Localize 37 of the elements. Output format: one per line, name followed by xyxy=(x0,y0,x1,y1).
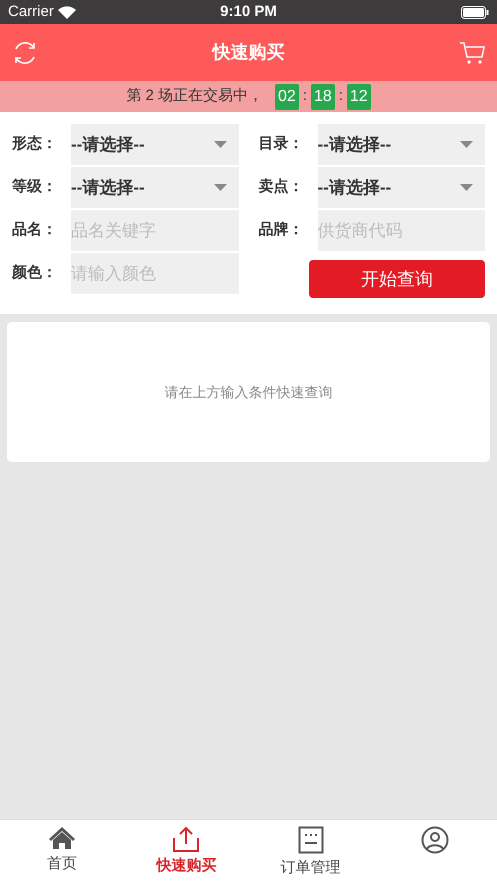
countdown-digit: 02 xyxy=(274,84,299,110)
upload-icon xyxy=(172,826,200,852)
empty-message: 请在上方输入条件快速查询 xyxy=(164,382,332,402)
dropdown-caret-icon xyxy=(460,184,473,191)
cart-icon[interactable] xyxy=(459,40,485,64)
field-label: 卖点： xyxy=(258,177,304,198)
tab-bar-item[interactable]: 快速购买 xyxy=(124,820,248,883)
tab-bar-item[interactable]: 首页 xyxy=(0,820,124,883)
clock-text: 9:10 PM xyxy=(220,2,277,22)
field-label: 品牌： xyxy=(258,220,304,240)
search-button[interactable]: 开始查询 xyxy=(308,260,485,298)
time-separator: : xyxy=(338,86,343,106)
select-field[interactable]: --请选择-- xyxy=(71,167,238,208)
dropdown-caret-icon xyxy=(214,184,226,191)
page-title: 快速购买 xyxy=(212,41,284,64)
select-field[interactable]: --请选择-- xyxy=(318,124,485,165)
countdown-digit: 12 xyxy=(346,84,371,110)
field-label: 等级： xyxy=(11,177,58,198)
document-icon xyxy=(298,826,324,854)
select-field[interactable]: --请选择-- xyxy=(71,124,238,165)
dropdown-caret-icon xyxy=(214,141,226,148)
field-label: 品名： xyxy=(11,220,58,240)
time-separator: : xyxy=(302,86,307,106)
select-field[interactable]: --请选择-- xyxy=(318,167,485,208)
session-text: 第 2 场正在交易中， xyxy=(126,86,263,106)
tab-bar-item[interactable]: 订单管理 xyxy=(248,820,373,883)
countdown-digit: 18 xyxy=(310,84,335,110)
dropdown-caret-icon xyxy=(460,141,473,148)
user-icon xyxy=(420,826,449,854)
field-label: 颜色： xyxy=(10,263,58,284)
refresh-icon[interactable] xyxy=(12,40,38,66)
field-label: 形态： xyxy=(10,134,58,154)
wifi-icon xyxy=(58,6,76,18)
carrier-text: Carrier xyxy=(8,2,54,22)
battery-icon xyxy=(460,6,489,18)
home-icon xyxy=(48,826,76,850)
field-label: 目录： xyxy=(258,134,304,154)
